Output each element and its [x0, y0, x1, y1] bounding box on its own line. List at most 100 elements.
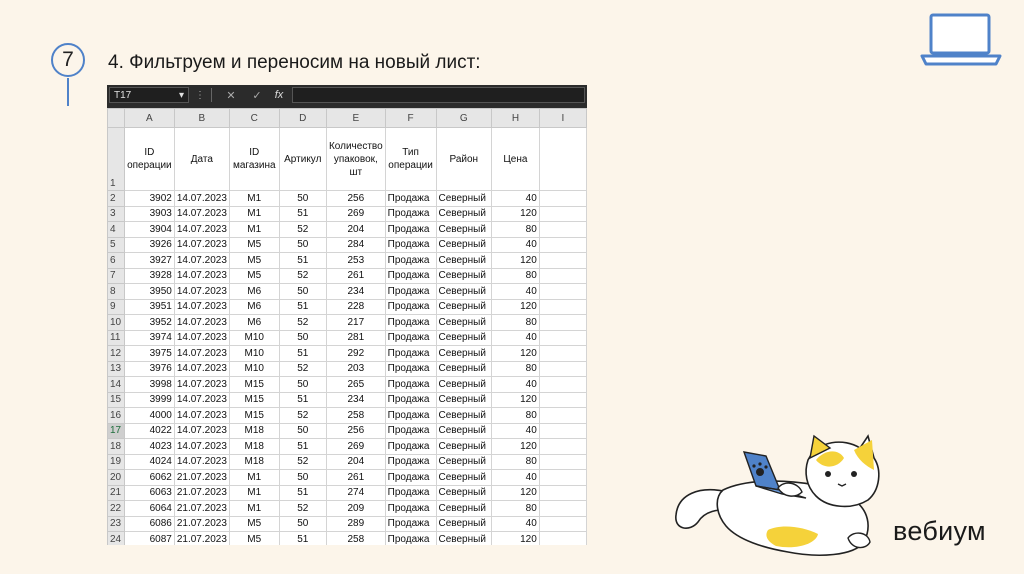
table-cell[interactable]: Продажа — [384, 500, 437, 517]
row-number[interactable]: 8 — [107, 283, 125, 300]
insert-function-icon[interactable]: fx — [270, 89, 288, 101]
row-number[interactable]: 2 — [107, 190, 125, 207]
table-cell-empty[interactable] — [538, 314, 587, 331]
table-cell[interactable]: 40 — [491, 283, 540, 300]
name-box[interactable]: T17 ▾ — [109, 87, 189, 103]
table-cell[interactable]: Продажа — [384, 531, 437, 545]
table-cell[interactable]: 274 — [325, 484, 386, 501]
table-cell[interactable]: 51 — [278, 438, 327, 455]
table-cell-empty[interactable] — [538, 515, 587, 532]
table-cell[interactable]: 40 — [491, 469, 540, 486]
row-number[interactable]: 13 — [107, 360, 125, 377]
table-cell[interactable]: 269 — [325, 205, 386, 222]
table-cell[interactable]: 21.07.2023 — [173, 531, 230, 545]
table-cell[interactable]: 21.07.2023 — [173, 484, 230, 501]
table-cell[interactable]: Северный — [435, 438, 493, 455]
table-cell[interactable]: 14.07.2023 — [173, 391, 230, 408]
table-cell-empty[interactable] — [538, 205, 587, 222]
table-cell[interactable]: 3976 — [123, 360, 175, 377]
table-cell[interactable]: 14.07.2023 — [173, 453, 230, 470]
table-cell[interactable]: 203 — [325, 360, 386, 377]
table-cell[interactable]: 21.07.2023 — [173, 500, 230, 517]
table-cell[interactable]: 14.07.2023 — [173, 376, 230, 393]
table-cell[interactable]: M10 — [228, 329, 280, 346]
table-cell-empty[interactable] — [538, 298, 587, 315]
table-cell[interactable]: 3904 — [123, 221, 175, 238]
table-cell[interactable]: 52 — [278, 267, 327, 284]
table-cell[interactable]: M10 — [228, 345, 280, 362]
table-cell[interactable]: 40 — [491, 329, 540, 346]
table-cell-empty[interactable] — [538, 500, 587, 517]
table-cell[interactable]: 40 — [491, 190, 540, 207]
table-cell[interactable]: Продажа — [384, 252, 437, 269]
table-cell-empty[interactable] — [538, 252, 587, 269]
table-cell[interactable]: M1 — [228, 190, 280, 207]
table-cell[interactable]: Продажа — [384, 221, 437, 238]
table-cell[interactable]: M5 — [228, 515, 280, 532]
table-cell[interactable]: 253 — [325, 252, 386, 269]
table-cell[interactable]: Продажа — [384, 283, 437, 300]
table-cell[interactable]: 3902 — [123, 190, 175, 207]
table-cell[interactable]: 292 — [325, 345, 386, 362]
table-cell[interactable]: Северный — [435, 484, 493, 501]
table-cell[interactable]: M1 — [228, 205, 280, 222]
table-cell[interactable]: 52 — [278, 407, 327, 424]
table-cell[interactable]: Продажа — [384, 515, 437, 532]
table-cell[interactable]: 50 — [278, 283, 327, 300]
table-cell[interactable]: 14.07.2023 — [173, 283, 230, 300]
table-cell[interactable]: M15 — [228, 391, 280, 408]
table-cell[interactable]: 50 — [278, 329, 327, 346]
header-cell[interactable]: Количество упаковок, шт — [325, 127, 386, 191]
table-cell[interactable]: 281 — [325, 329, 386, 346]
table-cell[interactable]: Продажа — [384, 267, 437, 284]
column-header-c[interactable]: C — [228, 108, 280, 128]
table-cell[interactable]: 51 — [278, 298, 327, 315]
table-cell[interactable]: 80 — [491, 407, 540, 424]
header-cell[interactable]: Артикул — [278, 127, 327, 191]
table-cell-empty[interactable] — [538, 376, 587, 393]
table-cell[interactable]: Продажа — [384, 469, 437, 486]
table-cell-empty[interactable] — [538, 283, 587, 300]
row-number[interactable]: 14 — [107, 376, 125, 393]
table-cell[interactable]: Северный — [435, 329, 493, 346]
table-cell[interactable]: Продажа — [384, 345, 437, 362]
row-number[interactable]: 1 — [107, 127, 125, 191]
table-cell[interactable]: Северный — [435, 469, 493, 486]
table-cell[interactable]: 284 — [325, 236, 386, 253]
table-cell[interactable]: 234 — [325, 391, 386, 408]
table-cell[interactable]: Северный — [435, 267, 493, 284]
table-cell[interactable]: Продажа — [384, 314, 437, 331]
header-cell[interactable]: Дата — [173, 127, 230, 191]
row-number[interactable]: 15 — [107, 391, 125, 408]
table-cell[interactable]: 51 — [278, 205, 327, 222]
table-cell[interactable]: 4000 — [123, 407, 175, 424]
row-number[interactable]: 16 — [107, 407, 125, 424]
table-cell[interactable]: Продажа — [384, 236, 437, 253]
row-number[interactable]: 24 — [107, 531, 125, 545]
table-cell[interactable]: 40 — [491, 515, 540, 532]
table-cell[interactable]: 120 — [491, 252, 540, 269]
table-cell[interactable]: M5 — [228, 252, 280, 269]
table-cell[interactable]: 261 — [325, 267, 386, 284]
table-cell[interactable]: Продажа — [384, 190, 437, 207]
table-cell[interactable]: 3952 — [123, 314, 175, 331]
table-cell[interactable]: 80 — [491, 360, 540, 377]
table-cell-empty[interactable] — [538, 329, 587, 346]
table-cell-empty[interactable] — [538, 469, 587, 486]
table-cell[interactable]: 265 — [325, 376, 386, 393]
table-cell[interactable]: 52 — [278, 360, 327, 377]
table-cell[interactable]: Продажа — [384, 407, 437, 424]
table-cell[interactable]: 120 — [491, 205, 540, 222]
table-cell[interactable]: 51 — [278, 391, 327, 408]
table-cell[interactable]: Северный — [435, 298, 493, 315]
row-number[interactable]: 20 — [107, 469, 125, 486]
table-cell[interactable]: 14.07.2023 — [173, 438, 230, 455]
table-cell[interactable]: Северный — [435, 190, 493, 207]
table-cell[interactable]: 14.07.2023 — [173, 267, 230, 284]
table-cell[interactable]: 40 — [491, 376, 540, 393]
table-cell[interactable]: 50 — [278, 376, 327, 393]
table-cell[interactable]: 3926 — [123, 236, 175, 253]
table-cell[interactable]: 3998 — [123, 376, 175, 393]
row-number[interactable]: 11 — [107, 329, 125, 346]
table-cell[interactable]: 50 — [278, 515, 327, 532]
